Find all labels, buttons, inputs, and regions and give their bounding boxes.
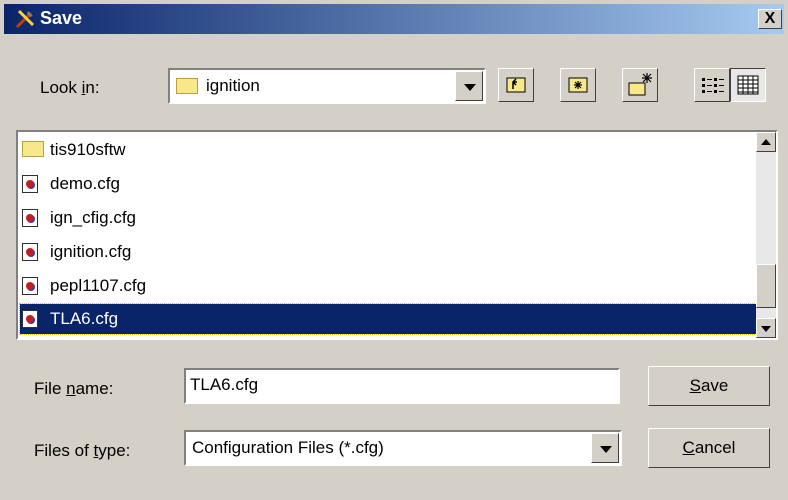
scroll-up-button[interactable] — [756, 132, 776, 152]
folder-icon — [176, 78, 198, 94]
save-dialog: Save X Look in: ignition tis910sftw demo… — [0, 0, 788, 500]
close-button[interactable]: X — [758, 9, 782, 29]
config-file-icon — [22, 209, 38, 227]
file-type-combo[interactable]: Configuration Files (*.cfg) — [184, 430, 622, 466]
list-item[interactable]: ign_cfig.cfg — [20, 202, 756, 234]
file-name: ign_cfig.cfg — [50, 208, 136, 227]
save-button-label: ave — [700, 376, 729, 395]
file-name: ignition.cfg — [50, 242, 132, 261]
file-name-label-key: n — [66, 379, 76, 398]
look-in-label-post: n: — [85, 78, 100, 97]
list-item[interactable]: ignition.cfg — [20, 236, 756, 268]
home-button[interactable] — [560, 68, 596, 102]
cancel-button-key: C — [682, 438, 695, 457]
tools-icon — [15, 9, 35, 29]
up-one-level-button[interactable] — [498, 68, 534, 102]
cancel-button-label: ancel — [694, 438, 736, 457]
new-folder-icon — [628, 73, 652, 96]
list-item[interactable]: demo.cfg — [20, 168, 756, 200]
list-item[interactable]: pepl1107.cfg — [20, 270, 756, 302]
file-name: TLA6.cfg — [50, 309, 119, 328]
list-item[interactable]: tis910sftw — [20, 134, 756, 166]
file-type-label-pre: Files of — [34, 441, 94, 460]
file-type-value: Configuration Files (*.cfg) — [192, 438, 384, 457]
config-file-icon — [22, 310, 38, 328]
look-in-label-pre: Look — [40, 78, 82, 97]
list-item-selected[interactable]: TLA6.cfg — [19, 303, 757, 335]
scroll-down-button[interactable] — [756, 318, 776, 338]
vertical-scrollbar[interactable] — [756, 132, 776, 338]
scroll-thumb[interactable] — [756, 264, 776, 308]
title-bar[interactable]: Save X — [4, 4, 784, 34]
list-view-icon — [702, 78, 724, 93]
list-view-button[interactable] — [694, 68, 730, 102]
save-button-key: S — [689, 376, 701, 395]
config-file-icon — [22, 243, 38, 261]
new-folder-button[interactable] — [622, 68, 658, 102]
file-name-label-post: ame: — [75, 379, 114, 398]
file-name-label: File name: — [34, 379, 113, 399]
details-view-icon — [737, 75, 759, 95]
config-file-icon — [22, 175, 38, 193]
details-view-button[interactable] — [730, 68, 766, 102]
look-in-label: Look in: — [40, 78, 100, 98]
home-folder-icon — [568, 77, 588, 93]
config-file-icon — [22, 277, 38, 295]
file-type-dropdown-button[interactable] — [591, 433, 619, 463]
file-name-field[interactable]: TLA6.cfg — [184, 368, 620, 404]
look-in-value: ignition — [206, 76, 260, 95]
file-type-label-post: ype: — [98, 441, 131, 460]
file-list[interactable]: tis910sftw demo.cfg ign_cfig.cfg ignitio… — [16, 130, 778, 340]
folder-up-icon — [506, 77, 526, 93]
file-name: demo.cfg — [50, 174, 120, 193]
folder-icon — [22, 141, 44, 157]
save-button[interactable]: Save — [648, 366, 770, 406]
file-name: pepl1107.cfg — [50, 276, 147, 295]
cancel-button[interactable]: Cancel — [648, 428, 770, 468]
look-in-dropdown-button[interactable] — [455, 71, 483, 101]
file-type-label: Files of type: — [34, 441, 130, 461]
file-name-label-pre: File — [34, 379, 67, 398]
file-name: tis910sftw — [50, 140, 126, 159]
window-title: Save — [40, 8, 83, 28]
look-in-combo[interactable]: ignition — [168, 68, 486, 104]
